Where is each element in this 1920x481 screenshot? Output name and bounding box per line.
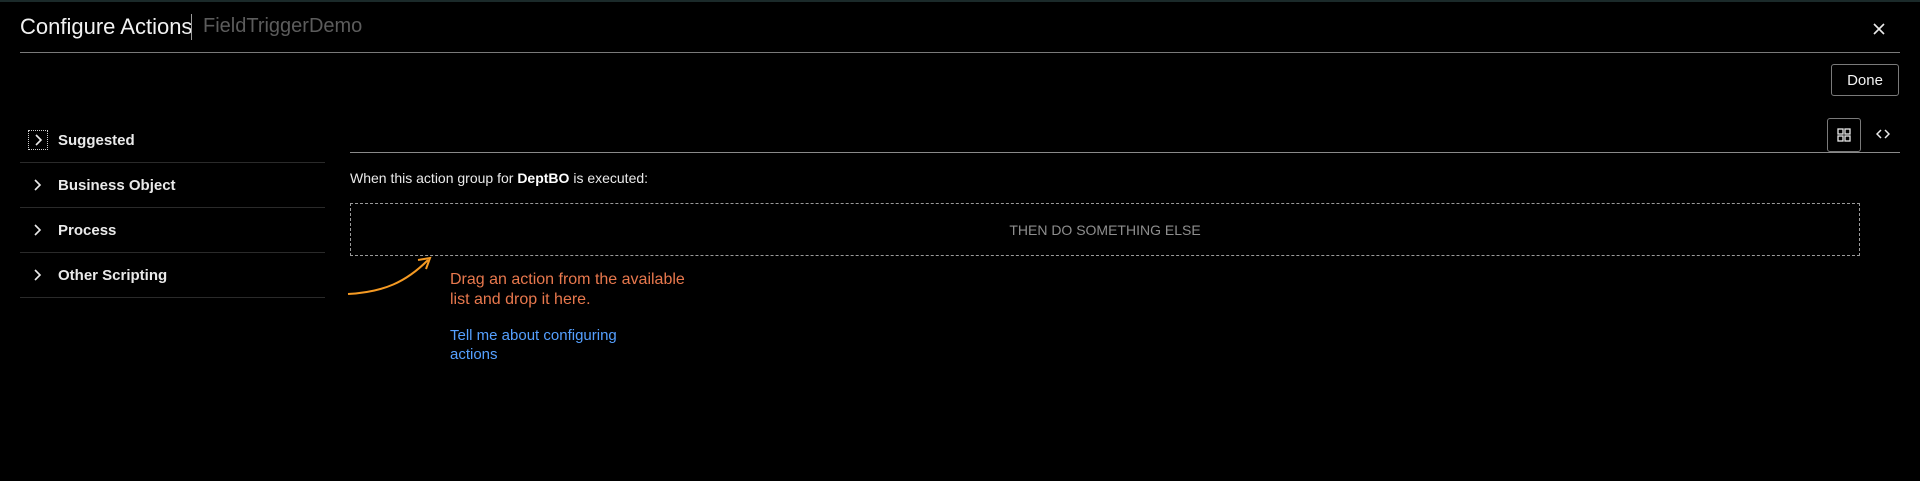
window-top-edge <box>0 0 1920 2</box>
drop-zone-label: THEN DO SOMETHING ELSE <box>1009 221 1201 238</box>
title-separator <box>191 14 192 40</box>
sidebar-item-label: Suggested <box>58 131 135 149</box>
sidebar-item-business-object[interactable]: Business Object <box>20 163 325 208</box>
chevron-right-icon <box>28 130 48 150</box>
sidebar-item-label: Business Object <box>58 176 176 194</box>
curved-arrow-icon <box>347 256 432 295</box>
grid-view-icon <box>1837 128 1851 142</box>
page-title: Configure Actions <box>20 14 193 39</box>
sidebar-item-suggested[interactable]: Suggested <box>20 118 325 163</box>
sidebar-item-label: Process <box>58 221 117 239</box>
done-button[interactable]: Done <box>1831 64 1899 96</box>
action-drop-zone[interactable]: THEN DO SOMETHING ELSE <box>350 203 1860 256</box>
help-link[interactable]: Tell me about configuring actions <box>450 326 650 364</box>
grid-view-button[interactable] <box>1827 118 1861 152</box>
action-category-list: Suggested Business Object Process Other … <box>20 118 325 298</box>
business-object-name: DeptBO <box>517 170 570 186</box>
code-view-button[interactable] <box>1867 118 1899 150</box>
chevron-right-icon <box>28 176 46 194</box>
action-group-description: When this action group for DeptBO is exe… <box>350 170 648 186</box>
close-icon <box>1873 23 1885 35</box>
sidebar-item-other-scripting[interactable]: Other Scripting <box>20 253 325 298</box>
page-subtitle: FieldTriggerDemo <box>203 15 363 37</box>
sidebar-item-label: Other Scripting <box>58 266 168 284</box>
canvas-divider <box>350 152 1900 153</box>
sidebar-item-process[interactable]: Process <box>20 208 325 253</box>
chevron-right-icon <box>28 266 46 284</box>
code-view-icon <box>1876 129 1890 139</box>
close-button[interactable] <box>1868 18 1890 40</box>
drag-hint-text: Drag an action from the available list a… <box>450 271 685 308</box>
chevron-right-icon <box>28 221 46 239</box>
sentence-suffix: is executed: <box>573 170 649 186</box>
sentence-prefix: When this action group for <box>350 170 514 186</box>
dialog-header: Configure Actions FieldTriggerDemo <box>20 10 1900 53</box>
